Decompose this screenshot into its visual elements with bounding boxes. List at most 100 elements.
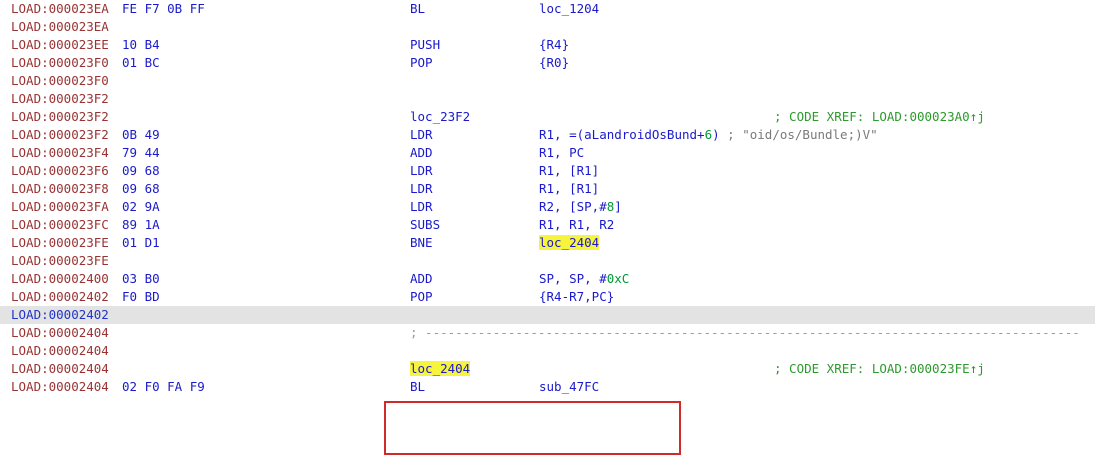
listing-row[interactable]: LOAD:000023FE <box>0 252 1095 270</box>
operands[interactable]: loc_1204 <box>539 0 599 18</box>
label-highlight[interactable]: loc_2404 <box>410 361 471 376</box>
operands[interactable]: {R4-R7,PC} <box>539 288 614 306</box>
xref-comment[interactable]: ; CODE XREF: LOAD:000023FE↑j <box>774 360 985 378</box>
address[interactable]: LOAD:000023F0 <box>11 54 109 72</box>
opcode-bytes: 79 44 <box>122 145 160 160</box>
listing-row[interactable]: LOAD:00002400 03 B0 ADD SP, SP, #0xC <box>0 270 1095 288</box>
mnemonic[interactable]: LDR <box>410 198 433 216</box>
operands[interactable]: R1, =(aLandroidOsBund+6) ; "oid/os/Bundl… <box>539 126 878 144</box>
mnemonic[interactable]: LDR <box>410 126 433 144</box>
operand-text[interactable]: R1, R1, R2 <box>539 217 614 232</box>
address[interactable]: LOAD:000023EA <box>11 18 109 36</box>
address[interactable]: LOAD:000023FA <box>11 198 109 216</box>
operand-text[interactable]: R1, PC <box>539 145 584 160</box>
disassembly-listing[interactable]: LOAD:000023EA FE F7 0B FF BL loc_1204 LOAD:0… <box>0 0 1095 457</box>
code-label-highlighted[interactable]: loc_2404 <box>410 360 471 378</box>
listing-row[interactable]: LOAD:000023FA 02 9A LDR R2, [SP,#8] <box>0 198 1095 216</box>
mnemonic[interactable]: LDR <box>410 180 433 198</box>
operands[interactable]: loc_2404 <box>539 234 600 252</box>
mnemonic[interactable]: POP <box>410 54 433 72</box>
listing-row[interactable]: LOAD:00002404 loc_2404 ; CODE XREF: LOAD:0… <box>0 360 1095 378</box>
listing-row[interactable]: LOAD:00002404 ; -------------------------… <box>0 324 1095 342</box>
operand-text[interactable]: SP, SP, # <box>539 271 607 286</box>
mnemonic[interactable]: BL <box>410 378 425 396</box>
listing-row[interactable]: LOAD:000023FC 89 1A SUBS R1, R1, R2 <box>0 216 1095 234</box>
mnemonic[interactable]: POP <box>410 288 433 306</box>
operands[interactable]: R2, [SP,#8] <box>539 198 622 216</box>
opcode-bytes: 01 BC <box>122 55 160 70</box>
opcode-bytes: 09 68 <box>122 163 160 178</box>
operand-tail: ) <box>712 127 720 142</box>
address[interactable]: LOAD:00002404 <box>11 324 109 342</box>
opcode-bytes: 01 D1 <box>122 235 160 250</box>
operands[interactable]: R1, [R1] <box>539 162 599 180</box>
address[interactable]: LOAD:00002404 <box>11 378 109 396</box>
operands[interactable]: sub_47FC <box>539 378 599 396</box>
address[interactable]: LOAD:000023F6 <box>11 162 109 180</box>
address[interactable]: LOAD:00002400 <box>11 270 109 288</box>
address[interactable]: LOAD:000023F4 <box>11 144 109 162</box>
operand-text[interactable]: R1, =(aLandroidOsBund+ <box>539 127 705 142</box>
listing-row[interactable]: LOAD:000023F2 0B 49 LDR R1, =(aLandroidOsBu… <box>0 126 1095 144</box>
listing-row[interactable]: LOAD:000023F4 79 44 ADD R1, PC <box>0 144 1095 162</box>
operands[interactable]: SP, SP, #0xC <box>539 270 629 288</box>
mnemonic[interactable]: PUSH <box>410 36 440 54</box>
listing-row[interactable]: LOAD:000023F2 loc_23F2 ; CODE XREF: LOAD:0… <box>0 108 1095 126</box>
operands[interactable]: R1, PC <box>539 144 584 162</box>
address[interactable]: LOAD:000023EE <box>11 36 109 54</box>
listing-row[interactable]: LOAD:00002402 F0 BD POP {R4-R7,PC} <box>0 288 1095 306</box>
string-comment: ; "oid/os/Bundle;)V" <box>719 127 878 142</box>
mnemonic[interactable]: BNE <box>410 234 433 252</box>
address[interactable]: LOAD:00002402 <box>11 306 109 324</box>
address[interactable]: LOAD:000023F8 <box>11 180 109 198</box>
operand-highlighted[interactable]: loc_2404 <box>539 235 600 250</box>
address[interactable]: LOAD:00002402 <box>11 288 109 306</box>
operand-text[interactable]: {R4-R7,PC} <box>539 289 614 304</box>
listing-row[interactable]: LOAD:000023EA <box>0 18 1095 36</box>
address[interactable]: LOAD:000023F2 <box>11 90 109 108</box>
separator-line: ; --------------------------------------… <box>410 325 1080 340</box>
operands[interactable]: {R0} <box>539 54 569 72</box>
operand-text[interactable]: R2, [SP,# <box>539 199 607 214</box>
mnemonic[interactable]: ADD <box>410 270 433 288</box>
listing-row[interactable]: LOAD:000023F0 01 BC POP {R0} <box>0 54 1095 72</box>
address[interactable]: LOAD:000023F2 <box>11 126 109 144</box>
address[interactable]: LOAD:000023FE <box>11 234 109 252</box>
operands[interactable]: {R4} <box>539 36 569 54</box>
operand-immediate: 6 <box>704 127 713 142</box>
address[interactable]: LOAD:000023EA <box>11 0 109 18</box>
listing-row[interactable]: LOAD:000023EA FE F7 0B FF BL loc_1204 <box>0 0 1095 18</box>
operand-text[interactable]: R1, [R1] <box>539 181 599 196</box>
address[interactable]: LOAD:000023F0 <box>11 72 109 90</box>
listing-row[interactable]: LOAD:000023F0 <box>0 72 1095 90</box>
mnemonic[interactable]: LDR <box>410 162 433 180</box>
listing-row[interactable]: LOAD:00002404 <box>0 342 1095 360</box>
xref-comment[interactable]: ; CODE XREF: LOAD:000023A0↑j <box>774 108 985 126</box>
operand-text[interactable]: loc_1204 <box>539 1 599 16</box>
opcode-bytes: 03 B0 <box>122 271 160 286</box>
address[interactable]: LOAD:000023FE <box>11 252 109 270</box>
mnemonic[interactable]: BL <box>410 0 425 18</box>
listing-row[interactable]: LOAD:000023F6 09 68 LDR R1, [R1] <box>0 162 1095 180</box>
listing-row[interactable]: LOAD:00002404 02 F0 FA F9 BL sub_47FC <box>0 378 1095 396</box>
opcode-bytes: 89 1A <box>122 217 160 232</box>
address[interactable]: LOAD:00002404 <box>11 342 109 360</box>
operand-text[interactable]: {R0} <box>539 55 569 70</box>
operands[interactable]: R1, R1, R2 <box>539 216 614 234</box>
operand-text[interactable]: {R4} <box>539 37 569 52</box>
mnemonic[interactable]: ADD <box>410 144 433 162</box>
listing-row[interactable]: LOAD:000023EE 10 B4 PUSH {R4} <box>0 36 1095 54</box>
listing-row[interactable]: LOAD:000023FE 01 D1 BNE loc_2404 <box>0 234 1095 252</box>
operand-text[interactable]: R1, [R1] <box>539 163 599 178</box>
operand-text[interactable]: sub_47FC <box>539 379 599 394</box>
address[interactable]: LOAD:00002404 <box>11 360 109 378</box>
code-label[interactable]: loc_23F2 <box>410 108 470 126</box>
mnemonic[interactable]: SUBS <box>410 216 440 234</box>
operands[interactable]: R1, [R1] <box>539 180 599 198</box>
address[interactable]: LOAD:000023FC <box>11 216 109 234</box>
listing-row[interactable]: LOAD:00002402 <box>0 306 1095 324</box>
address[interactable]: LOAD:000023F2 <box>11 108 109 126</box>
listing-row[interactable]: LOAD:000023F8 09 68 LDR R1, [R1] <box>0 180 1095 198</box>
listing-row[interactable]: LOAD:000023F2 <box>0 90 1095 108</box>
opcode-bytes: 10 B4 <box>122 37 160 52</box>
